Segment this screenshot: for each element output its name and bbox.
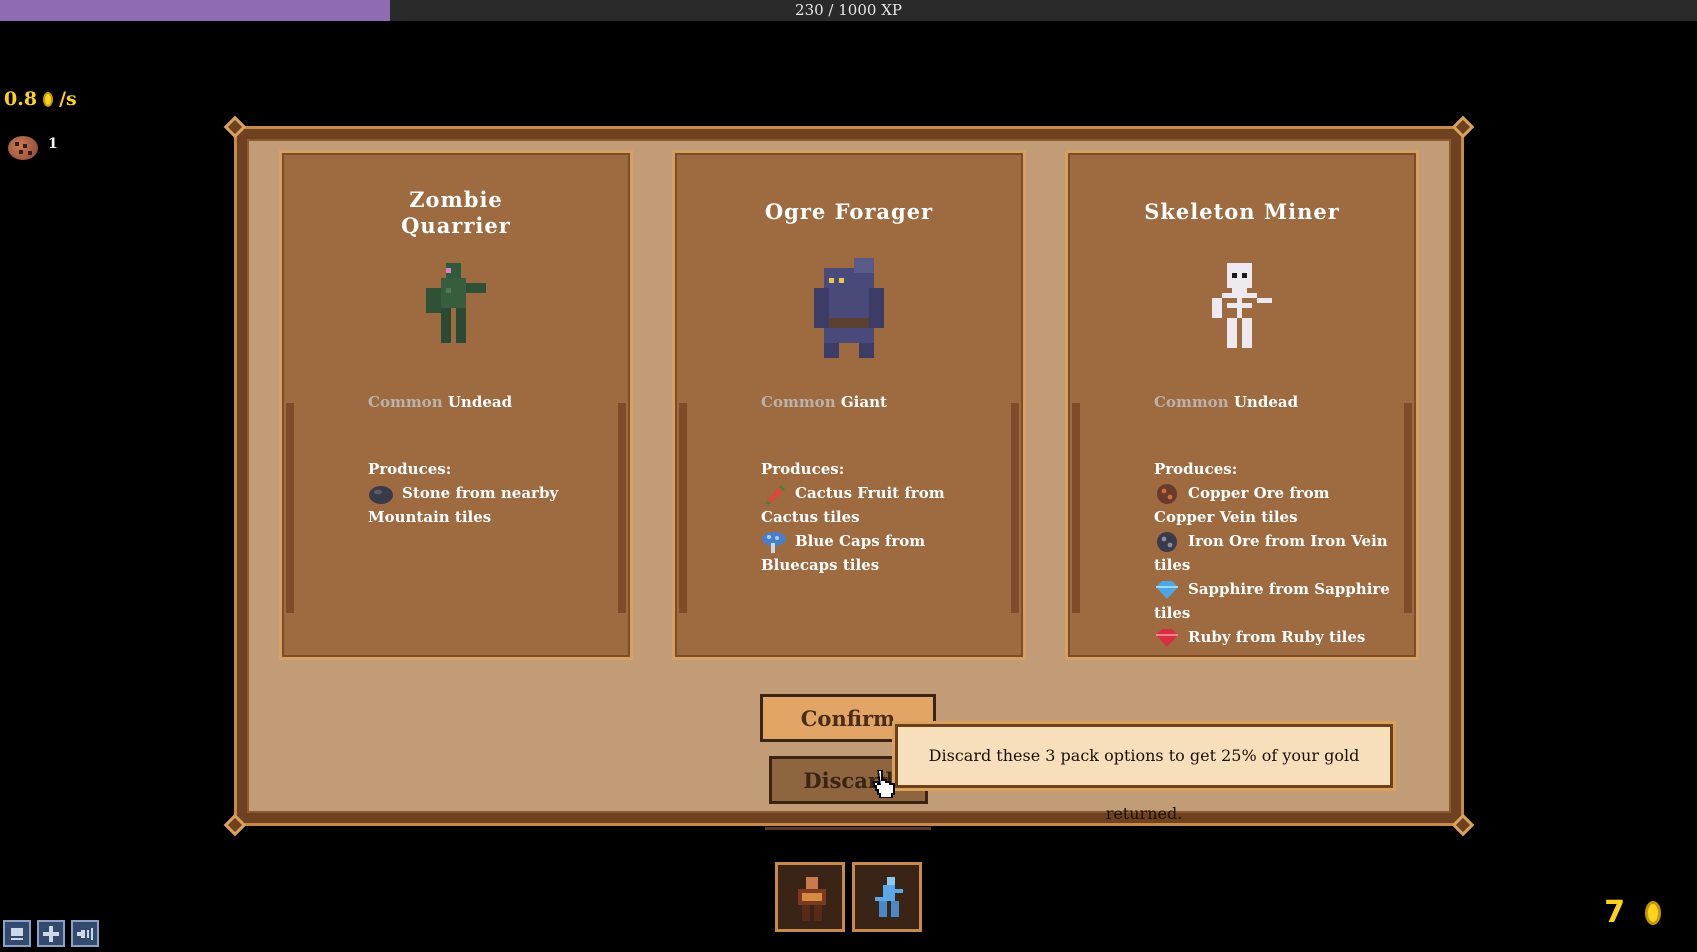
produce-item: Sapphire from Sapphire tiles [1154, 577, 1394, 625]
card-side-bar [679, 403, 687, 613]
card-side-bar [618, 403, 626, 613]
card-title-line1: Zombie [409, 187, 503, 212]
sapphire-icon [1156, 581, 1178, 599]
party-slot-1[interactable] [775, 862, 845, 932]
cookie-count: 1 [48, 136, 58, 152]
rarity-label: Common [368, 393, 443, 411]
produce-item: Ruby from Ruby tiles [1154, 625, 1394, 649]
ogre-sprite-icon [814, 258, 884, 358]
produce-text: Iron Ore from Iron Vein tiles [1154, 532, 1388, 574]
card-skeleton-miner[interactable]: Skeleton Miner Common Undead Produces: C… [1065, 150, 1419, 660]
journal-button[interactable] [3, 920, 31, 947]
discard-tooltip: Discard these 3 pack options to get 25% … [895, 724, 1393, 823]
dialog-divider [765, 827, 931, 830]
card-title: Skeleton Miner [1068, 199, 1416, 225]
card-side-bar [1404, 403, 1412, 613]
card-side-bar [286, 403, 294, 613]
zombie-sprite-icon [426, 263, 486, 343]
copper-ore-icon [1157, 484, 1177, 504]
produce-text: Ruby from Ruby tiles [1188, 628, 1366, 646]
iron-ore-icon [1157, 532, 1177, 552]
card-title-line2: Quarrier [401, 213, 511, 238]
spirit-portrait-icon [875, 877, 903, 917]
speaker-icon [77, 928, 93, 940]
race-label: Undead [1233, 393, 1299, 411]
gold-coin-icon [1645, 901, 1661, 925]
sound-button[interactable] [71, 920, 99, 947]
produces-list: Produces: Cactus Fruit from Cactus tiles… [761, 457, 1001, 577]
card-zombie-quarrier[interactable]: Zombie Quarrier Common Undead Produces: … [279, 150, 633, 660]
hand-cursor-icon [873, 770, 895, 798]
gold-count: 7 [1604, 895, 1625, 930]
xp-text: 230 / 1000 XP [795, 1, 902, 19]
race-label: Undead [447, 393, 513, 411]
corner-ornament [1451, 115, 1475, 139]
produce-item: Iron Ore from Iron Vein tiles [1154, 529, 1394, 577]
card-title-line1: Skeleton Miner [1144, 199, 1340, 224]
corner-ornament [223, 115, 247, 139]
card-title-line1: Ogre Forager [764, 199, 934, 224]
card-title: Zombie Quarrier [282, 187, 630, 239]
cookie-counter: 1 [8, 136, 58, 160]
move-arrows-icon [43, 926, 59, 942]
produce-item: Stone from nearby Mountain tiles [368, 481, 608, 529]
skeleton-sprite-icon [1212, 263, 1272, 348]
warrior-portrait-icon [798, 877, 826, 921]
rarity-label: Common [761, 393, 836, 411]
rarity-label: Common [1154, 393, 1229, 411]
cactus-fruit-icon [765, 485, 785, 505]
move-button[interactable] [37, 920, 65, 947]
card-side-bar [1011, 403, 1019, 613]
card-rarity: Common Undead [1154, 393, 1298, 411]
card-title: Ogre Forager [675, 199, 1023, 225]
corner-ornament [1451, 813, 1475, 837]
tooltip-text: Discard these 3 pack options to get 25% … [928, 746, 1360, 823]
card-ogre-forager[interactable]: Ogre Forager Common Giant Produces: Cact… [672, 150, 1026, 660]
produce-text: Stone from nearby Mountain tiles [368, 484, 559, 526]
produces-list: Produces: Copper Ore from Copper Vein ti… [1154, 457, 1394, 649]
produces-label: Produces: [1154, 460, 1238, 478]
ruby-icon [1156, 629, 1178, 647]
produce-item: Cactus Fruit from Cactus tiles [761, 481, 1001, 529]
gold-rate: 0.8 /s [4, 88, 77, 110]
cookie-icon [8, 136, 38, 160]
gold-rate-value: 0.8 [4, 88, 38, 110]
card-rarity: Common Undead [368, 393, 512, 411]
stone-icon [369, 486, 393, 504]
produce-text: Copper Ore from Copper Vein tiles [1154, 484, 1330, 526]
gold-coin-icon [43, 91, 54, 107]
produce-text: Sapphire from Sapphire tiles [1154, 580, 1390, 622]
book-icon [11, 928, 23, 940]
produces-label: Produces: [368, 460, 452, 478]
produce-text: Cactus Fruit from Cactus tiles [761, 484, 945, 526]
race-label: Giant [840, 393, 887, 411]
produces-list: Produces: Stone from nearby Mountain til… [368, 457, 608, 529]
party-slot-2[interactable] [852, 862, 922, 932]
produces-label: Produces: [761, 460, 845, 478]
blue-caps-icon [762, 532, 786, 553]
produce-item: Blue Caps from Bluecaps tiles [761, 529, 1001, 577]
corner-ornament [223, 813, 247, 837]
gold-rate-unit: /s [59, 88, 77, 110]
xp-bar: 230 / 1000 XP [0, 0, 1697, 21]
card-side-bar [1072, 403, 1080, 613]
produce-item: Copper Ore from Copper Vein tiles [1154, 481, 1394, 529]
card-rarity: Common Giant [761, 393, 887, 411]
